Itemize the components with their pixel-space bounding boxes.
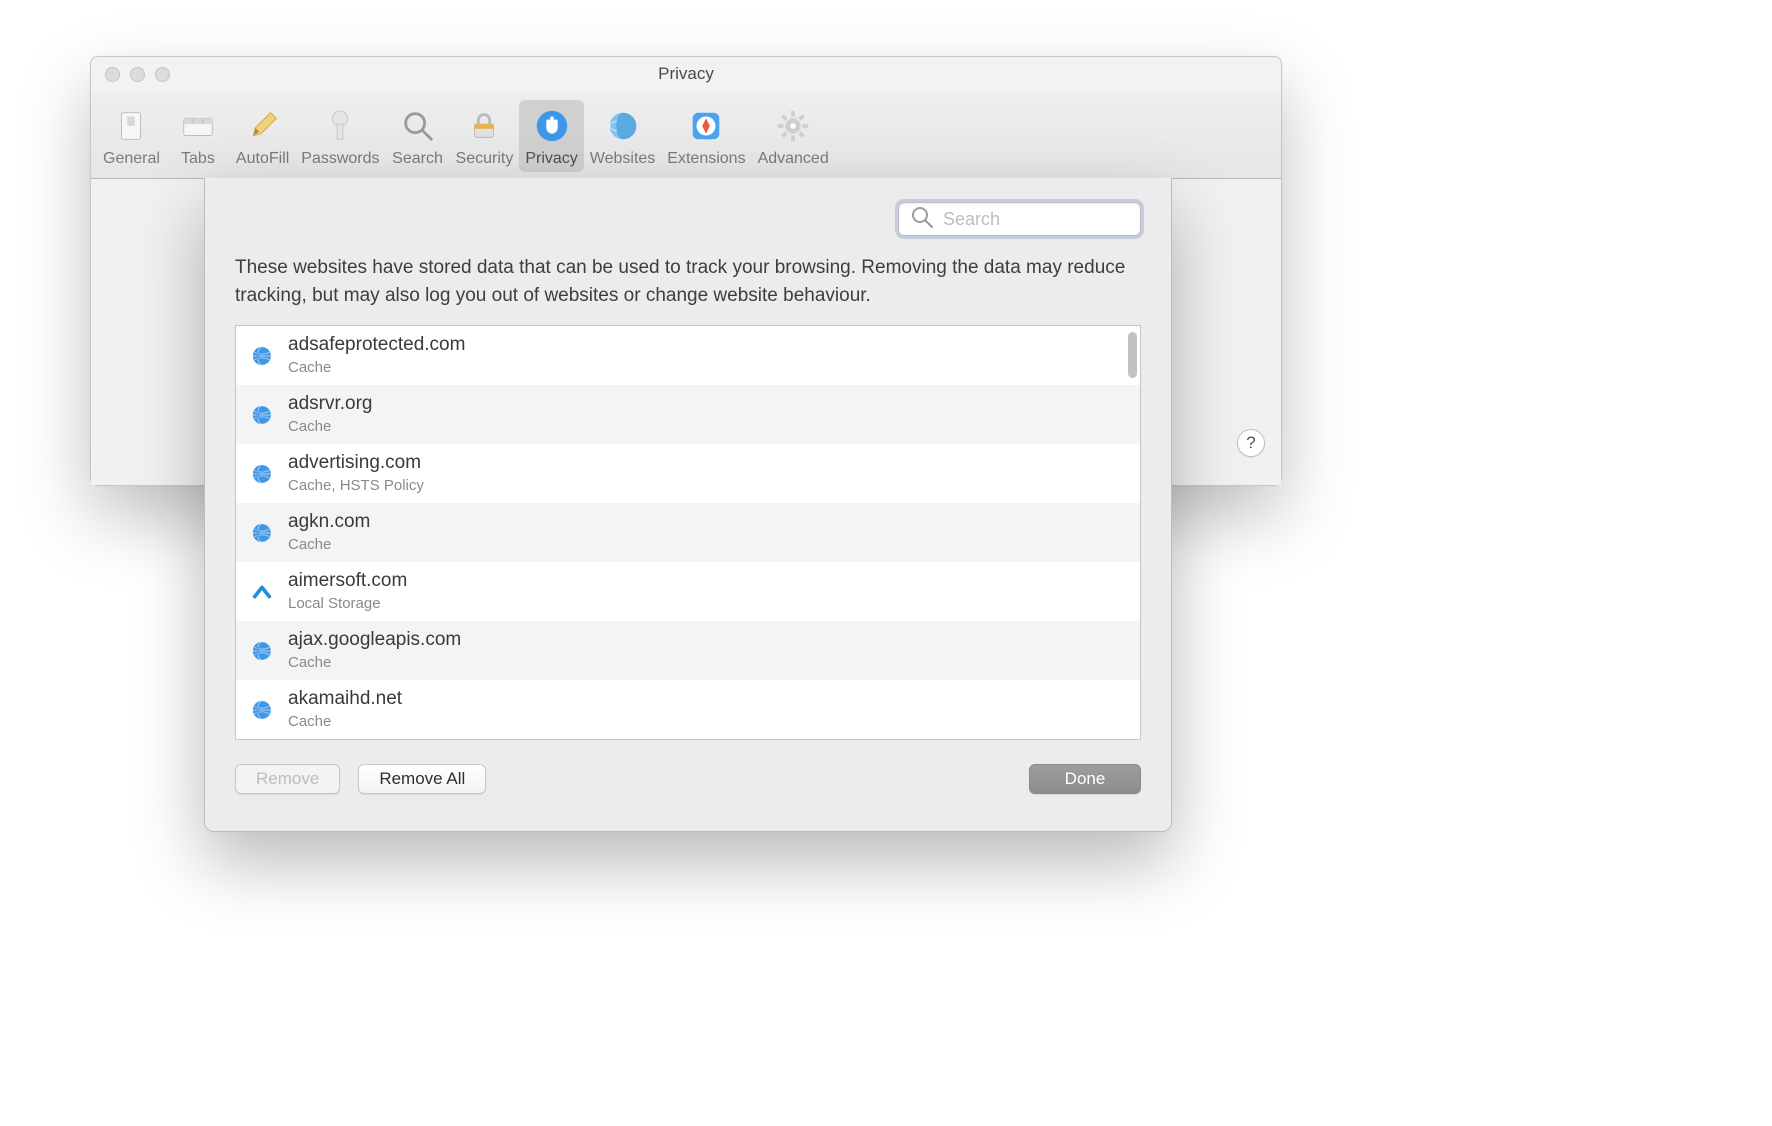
site-icon — [250, 580, 274, 604]
globe-icon — [250, 462, 274, 486]
toolbar-label: Privacy — [525, 150, 577, 168]
help-button[interactable]: ? — [1237, 429, 1265, 457]
toolbar-extensions[interactable]: Extensions — [661, 100, 751, 172]
done-button[interactable]: Done — [1029, 764, 1141, 794]
website-data-sheet: These websites have stored data that can… — [204, 178, 1172, 832]
website-row[interactable]: akamaihd.net Cache — [236, 680, 1140, 739]
description-text: These websites have stored data that can… — [235, 254, 1141, 309]
website-row[interactable]: ajax.googleapis.com Cache — [236, 621, 1140, 680]
toolbar-label: Extensions — [667, 150, 745, 168]
toolbar-autofill[interactable]: AutoFill — [230, 100, 295, 172]
website-row[interactable]: adsafeprotected.com Cache — [236, 326, 1140, 385]
remove-button[interactable]: Remove — [235, 764, 340, 794]
toolbar-advanced[interactable]: Advanced — [752, 100, 835, 172]
toolbar-websites[interactable]: Websites — [584, 100, 662, 172]
tabs-icon — [178, 106, 218, 146]
scrollbar-thumb[interactable] — [1128, 332, 1137, 378]
switch-icon — [111, 106, 151, 146]
website-row[interactable]: agkn.com Cache — [236, 503, 1140, 562]
toolbar-label: Passwords — [301, 150, 379, 168]
website-detail: Local Storage — [288, 595, 407, 613]
globe-icon — [250, 521, 274, 545]
minimize-window-button[interactable] — [130, 67, 145, 82]
toolbar-label: General — [103, 150, 160, 168]
website-domain: adsafeprotected.com — [288, 334, 465, 357]
toolbar-tabs[interactable]: Tabs — [166, 100, 230, 172]
website-domain: adsrvr.org — [288, 393, 372, 416]
magnifier-icon — [398, 106, 438, 146]
search-input[interactable] — [943, 209, 1132, 230]
toolbar-label: AutoFill — [236, 150, 289, 168]
website-row[interactable]: aimersoft.com Local Storage — [236, 562, 1140, 621]
preferences-toolbar: General Tabs AutoFill Passwords Search — [91, 91, 1281, 179]
close-window-button[interactable] — [105, 67, 120, 82]
website-list[interactable]: adsafeprotected.comCacheadsrvr.orgCachea… — [235, 325, 1141, 740]
website-row[interactable]: adsrvr.org Cache — [236, 385, 1140, 444]
website-domain: advertising.com — [288, 452, 424, 475]
website-detail: Cache — [288, 713, 402, 731]
toolbar-label: Advanced — [758, 150, 829, 168]
globe-icon — [250, 403, 274, 427]
website-detail: Cache — [288, 418, 372, 436]
sheet-buttons: Remove Remove All Done — [235, 764, 1141, 794]
lock-icon — [464, 106, 504, 146]
toolbar-passwords[interactable]: Passwords — [295, 100, 385, 172]
website-row[interactable]: advertising.com Cache, HSTS Policy — [236, 444, 1140, 503]
toolbar-privacy[interactable]: Privacy — [519, 100, 583, 172]
toolbar-label: Tabs — [181, 150, 215, 168]
globe-icon — [250, 698, 274, 722]
hand-icon — [532, 106, 572, 146]
zoom-window-button[interactable] — [155, 67, 170, 82]
globe-icon — [250, 639, 274, 663]
website-domain: aimersoft.com — [288, 570, 407, 593]
website-domain: agkn.com — [288, 511, 370, 534]
titlebar: Privacy — [91, 57, 1281, 91]
key-icon — [320, 106, 360, 146]
globe-icon — [250, 344, 274, 368]
globe-icon — [603, 106, 643, 146]
website-domain: ajax.googleapis.com — [288, 629, 461, 652]
search-field[interactable] — [898, 202, 1141, 236]
toolbar-general[interactable]: General — [97, 100, 166, 172]
compass-icon — [686, 106, 726, 146]
website-detail: Cache, HSTS Policy — [288, 477, 424, 495]
toolbar-label: Search — [392, 150, 443, 168]
toolbar-security[interactable]: Security — [450, 100, 520, 172]
toolbar-search[interactable]: Search — [386, 100, 450, 172]
remove-all-button[interactable]: Remove All — [358, 764, 486, 794]
pencil-icon — [243, 106, 283, 146]
toolbar-label: Security — [456, 150, 514, 168]
search-icon — [907, 202, 937, 237]
gear-icon — [773, 106, 813, 146]
website-detail: Cache — [288, 654, 461, 672]
traffic-lights — [105, 67, 170, 82]
toolbar-label: Websites — [590, 150, 656, 168]
website-detail: Cache — [288, 359, 465, 377]
website-domain: akamaihd.net — [288, 688, 402, 711]
website-detail: Cache — [288, 536, 370, 554]
window-title: Privacy — [91, 64, 1281, 84]
